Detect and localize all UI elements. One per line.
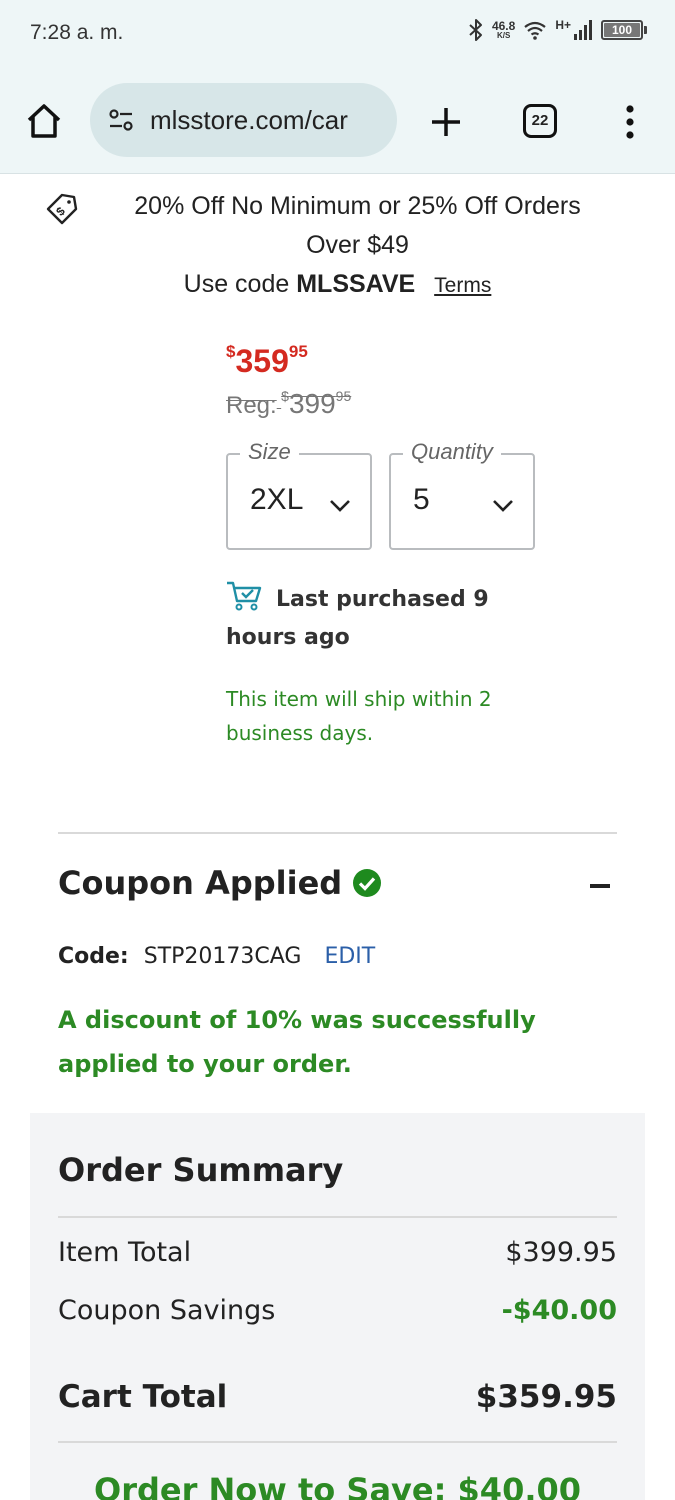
chevron-down-icon	[493, 500, 513, 512]
discount-message: A discount of 10% was successfully appli…	[58, 1006, 536, 1078]
divider	[58, 1441, 617, 1443]
terms-link[interactable]: Terms	[434, 274, 491, 297]
coupon-title: Coupon Applied	[58, 864, 343, 902]
size-select[interactable]: Size 2XL	[226, 439, 372, 550]
new-tab-icon[interactable]	[428, 104, 464, 140]
home-icon[interactable]	[24, 101, 64, 141]
coupon-code-label: Code:	[58, 944, 129, 969]
sale-price-dollars: 359	[235, 343, 289, 379]
tab-switcher-button[interactable]: 22	[523, 104, 557, 138]
order-summary: Order Summary Item Total $399.95 Coupon …	[30, 1113, 645, 1500]
quantity-select[interactable]: Quantity 5	[389, 439, 535, 550]
url-text[interactable]: mlsstore.com/car	[150, 105, 348, 136]
size-label: Size	[240, 439, 299, 465]
more-options-icon[interactable]	[618, 102, 642, 142]
wifi-icon	[524, 21, 546, 40]
regular-price-cents: 95	[335, 388, 352, 404]
chevron-down-icon	[330, 500, 350, 512]
coupon-code-row: Code: STP20173CAG EDIT	[58, 944, 375, 969]
promo-banner: 20% Off No Minimum or 25% Off Orders Ove…	[0, 187, 675, 305]
promo-code-line: Use code MLSSAVE Terms	[184, 270, 492, 298]
divider	[58, 832, 617, 834]
ship-note: This item will ship within 2 business da…	[226, 687, 492, 745]
last-purchased-text: Last purchased 9 hours ago	[226, 587, 489, 650]
network-type: H+	[555, 18, 571, 32]
battery-level: 100	[604, 23, 640, 37]
cart-total-label: Cart Total	[58, 1379, 228, 1415]
status-icons: 46.8 K/S H+ 100	[468, 18, 647, 42]
last-purchased: Last purchased 9 hours ago	[226, 580, 526, 657]
bluetooth-icon	[469, 19, 482, 41]
regular-price: Reg: $39995	[226, 388, 351, 420]
coupon-section-header[interactable]: Coupon Applied	[58, 864, 382, 902]
edit-coupon-link[interactable]: EDIT	[324, 944, 375, 969]
cart-total-value: $359.95	[475, 1379, 617, 1415]
size-value: 2XL	[250, 483, 304, 516]
promo-code: MLSSAVE	[296, 270, 416, 298]
coupon-savings-row: Coupon Savings -$40.00	[58, 1295, 617, 1326]
item-total-row: Item Total $399.95	[58, 1237, 617, 1268]
check-circle-icon	[353, 869, 382, 897]
net-speed: 46.8 K/S	[492, 20, 515, 40]
coupon-savings-value: -$40.00	[501, 1295, 617, 1326]
coupon-savings-label: Coupon Savings	[58, 1295, 276, 1326]
signal-icon	[574, 20, 592, 40]
cart-check-icon	[227, 581, 262, 611]
divider	[58, 1216, 617, 1218]
item-total-value: $399.95	[505, 1237, 617, 1268]
status-bar: 7:28 a. m. 46.8 K/S H+ 100	[0, 0, 675, 68]
status-time: 7:28 a. m.	[30, 21, 124, 44]
regular-price-dollars: 399	[288, 388, 336, 419]
collapse-icon[interactable]	[590, 884, 610, 888]
regular-price-label: Reg:	[226, 392, 277, 419]
order-now-cta[interactable]: Order Now to Save: $40.00	[30, 1471, 645, 1500]
quantity-value: 5	[413, 483, 430, 516]
order-summary-title: Order Summary	[58, 1151, 344, 1189]
site-settings-icon[interactable]	[106, 105, 136, 135]
coupon-code: STP20173CAG	[143, 944, 302, 969]
quantity-label: Quantity	[403, 439, 501, 465]
sale-price-cents: 95	[288, 342, 308, 361]
battery-icon: 100	[601, 20, 647, 40]
browser-toolbar: mlsstore.com/car 22	[0, 68, 675, 174]
url-bar[interactable]: mlsstore.com/car	[90, 83, 397, 157]
sale-price: $35995	[226, 342, 308, 380]
promo-line-2: Over $49	[306, 231, 409, 259]
promo-line-1: 20% Off No Minimum or 25% Off Orders	[134, 192, 581, 220]
net-speed-unit: K/S	[496, 31, 511, 40]
regular-price-currency: $	[281, 388, 289, 404]
promo-code-prefix: Use code	[183, 270, 290, 298]
cart-total-row: Cart Total $359.95	[58, 1379, 617, 1415]
item-total-label: Item Total	[58, 1237, 192, 1268]
